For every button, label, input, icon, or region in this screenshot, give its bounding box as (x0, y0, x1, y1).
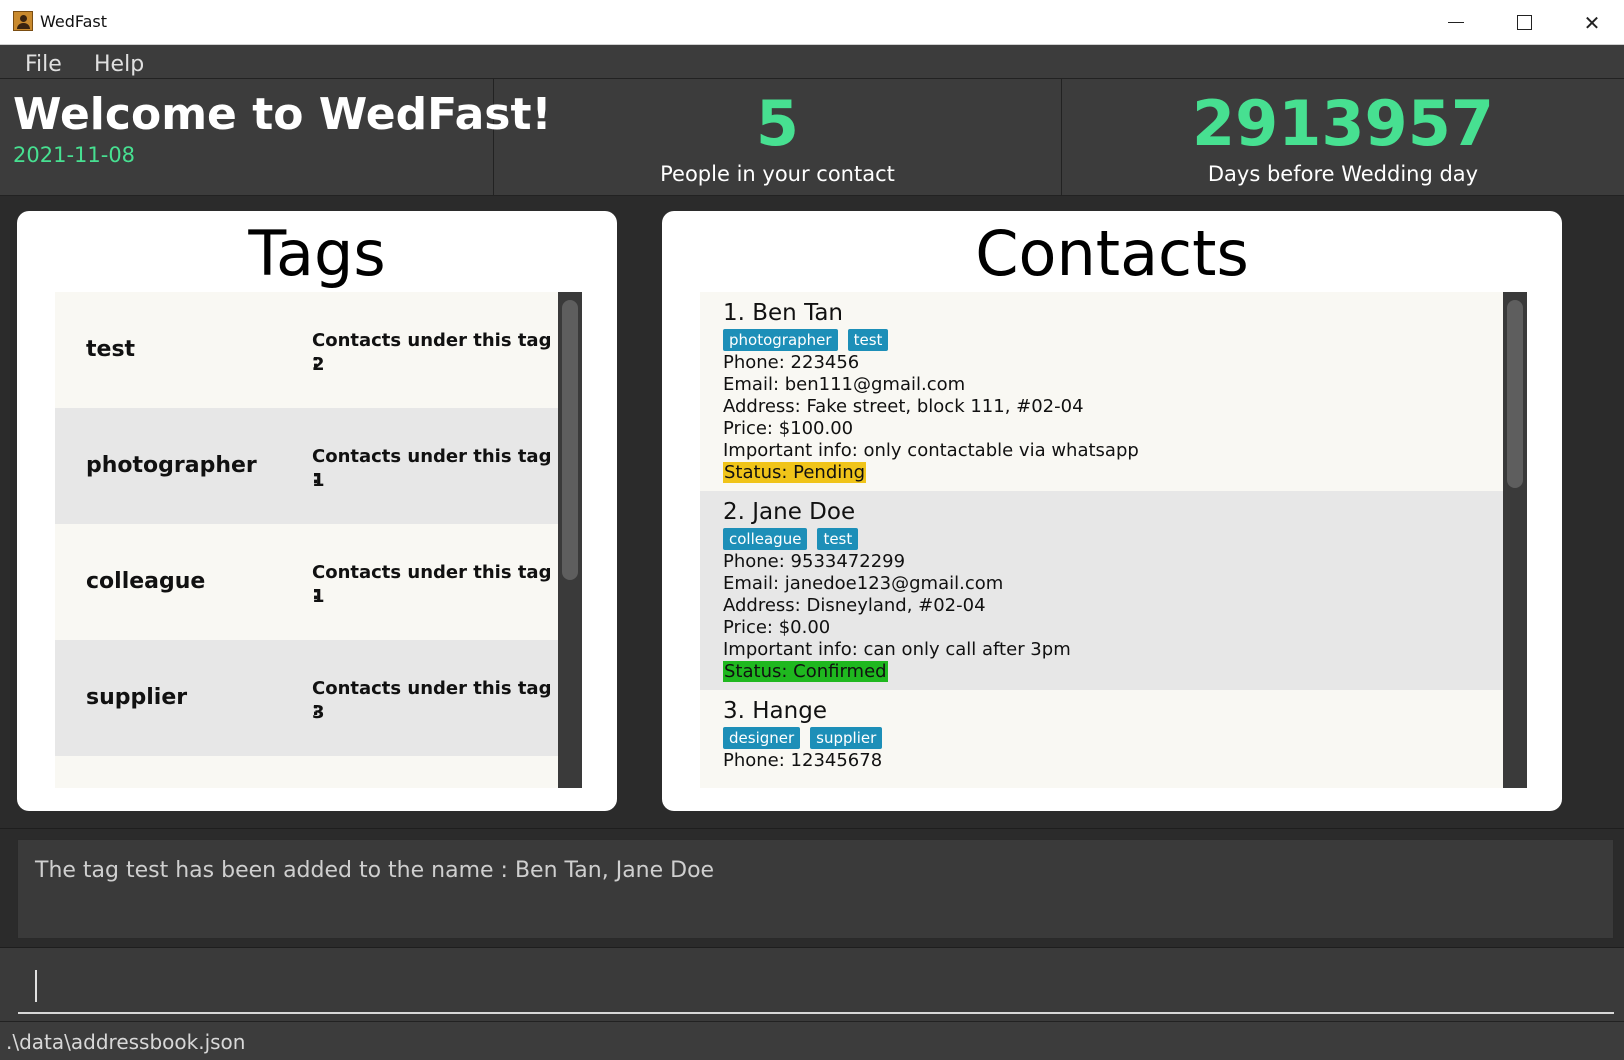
close-button[interactable]: ✕ (1558, 0, 1624, 45)
contact-tags: photographer test (723, 329, 889, 351)
contact-status-badge: Status: Confirmed (723, 661, 888, 682)
maximize-button[interactable] (1490, 0, 1558, 45)
result-area: The tag test has been added to the name … (0, 828, 1624, 947)
contact-price: Price: $0.00 (723, 617, 831, 638)
contact-status-badge: Status: Pending (723, 462, 867, 483)
contact-tags: designer supplier (723, 727, 883, 749)
tags-panel: Tags test Contacts under this tag : 2 ph… (17, 211, 617, 811)
window-title: WedFast (40, 12, 108, 31)
people-count-cell: 5 People in your contact (494, 79, 1062, 197)
tag-item[interactable]: photographer Contacts under this tag : 1 (55, 408, 558, 528)
welcome-title: Welcome to WedFast! (13, 89, 552, 140)
menu-file[interactable]: File (25, 52, 62, 77)
tag-count: 3 (312, 702, 325, 723)
contact-email: Email: janedoe123@gmail.com (723, 573, 1004, 594)
contact-email: Email: ben111@gmail.com (723, 374, 966, 395)
header-stats: Welcome to WedFast! 2021-11-08 5 People … (0, 78, 1624, 197)
text-caret (35, 970, 37, 1002)
tag-name: test (86, 337, 136, 362)
days-count-label: Days before Wedding day (1207, 162, 1479, 186)
contact-name: 1. Ben Tan (723, 300, 843, 326)
people-count: 5 (755, 87, 800, 160)
window-titlebar: WedFast ✕ (0, 0, 1624, 45)
contact-phone: Phone: 12345678 (723, 750, 883, 771)
tag-item[interactable]: test Contacts under this tag : 2 (55, 292, 558, 412)
menu-help[interactable]: Help (94, 52, 144, 77)
welcome-cell: Welcome to WedFast! 2021-11-08 (0, 79, 552, 197)
people-count-label: People in your contact (660, 162, 895, 186)
maximize-icon (1516, 15, 1532, 30)
tag-name: colleague (86, 569, 206, 594)
wedding-countdown-cell: 2913957 Days before Wedding day (1062, 79, 1624, 197)
minimize-icon (1448, 21, 1464, 24)
tag-chip: designer (723, 727, 801, 749)
tag-name: supplier (86, 685, 188, 710)
command-input[interactable] (18, 956, 1614, 1014)
tag-count-label: Contacts under this tag : (312, 678, 552, 720)
contacts-panel: Contacts 1. Ben Tan photographer test Ph… (662, 211, 1562, 811)
tag-count: 1 (312, 586, 325, 607)
minimize-button[interactable] (1422, 0, 1490, 45)
contact-card[interactable]: 1. Ben Tan photographer test Phone: 2234… (700, 292, 1503, 491)
contact-important-info: Important info: only contactable via wha… (723, 440, 1139, 461)
contact-address: Address: Fake street, block 111, #02-04 (723, 396, 1084, 417)
contact-phone: Phone: 223456 (723, 352, 860, 373)
tag-count-label: Contacts under this tag : (312, 446, 552, 488)
main-area: Tags test Contacts under this tag : 2 ph… (0, 196, 1624, 828)
tag-count: 2 (312, 354, 325, 375)
command-area (0, 947, 1624, 1021)
contact-card[interactable]: 3. Hange designer supplier Phone: 123456… (700, 690, 1503, 788)
result-display: The tag test has been added to the name … (17, 839, 1614, 939)
contacts-scrollbar-thumb[interactable] (1507, 300, 1523, 488)
tag-chip: test (847, 329, 889, 351)
tags-scrollbar[interactable] (558, 292, 582, 788)
tags-scrollbar-thumb[interactable] (562, 300, 578, 580)
tags-title: Tags (248, 217, 386, 290)
status-bar: .\data\addressbook.json (0, 1021, 1624, 1060)
app-icon (13, 11, 33, 31)
days-count: 2913957 (1192, 87, 1494, 160)
tag-chip: supplier (810, 727, 883, 749)
menu-bar: File Help (0, 45, 1624, 78)
contacts-title: Contacts (975, 217, 1249, 290)
current-date: 2021-11-08 (13, 143, 136, 167)
contact-name: 2. Jane Doe (723, 499, 856, 525)
contact-address: Address: Disneyland, #02-04 (723, 595, 986, 616)
contact-card[interactable]: 2. Jane Doe colleague test Phone: 953347… (700, 491, 1503, 690)
save-location: .\data\addressbook.json (6, 1030, 246, 1054)
tags-list[interactable]: test Contacts under this tag : 2 photogr… (55, 292, 582, 788)
tag-item[interactable]: supplier Contacts under this tag : 3 (55, 640, 558, 760)
tag-chip: photographer (723, 329, 838, 351)
tag-count: 1 (312, 470, 325, 491)
close-icon: ✕ (1583, 10, 1601, 35)
contact-name: 3. Hange (723, 698, 827, 724)
tag-chip: colleague (723, 528, 808, 550)
contacts-list[interactable]: 1. Ben Tan photographer test Phone: 2234… (700, 292, 1527, 788)
contact-phone: Phone: 9533472299 (723, 551, 906, 572)
contact-price: Price: $100.00 (723, 418, 854, 439)
tag-item[interactable]: colleague Contacts under this tag : 1 (55, 524, 558, 644)
tag-count-label: Contacts under this tag : (312, 562, 552, 604)
contacts-scrollbar[interactable] (1503, 292, 1527, 788)
tag-chip: test (817, 528, 859, 550)
tag-item[interactable] (55, 756, 558, 788)
contact-tags: colleague test (723, 528, 859, 550)
contact-important-info: Important info: can only call after 3pm (723, 639, 1071, 660)
tag-name: photographer (86, 453, 257, 478)
result-message: The tag test has been added to the name … (35, 858, 715, 883)
tag-count-label: Contacts under this tag : (312, 330, 552, 372)
